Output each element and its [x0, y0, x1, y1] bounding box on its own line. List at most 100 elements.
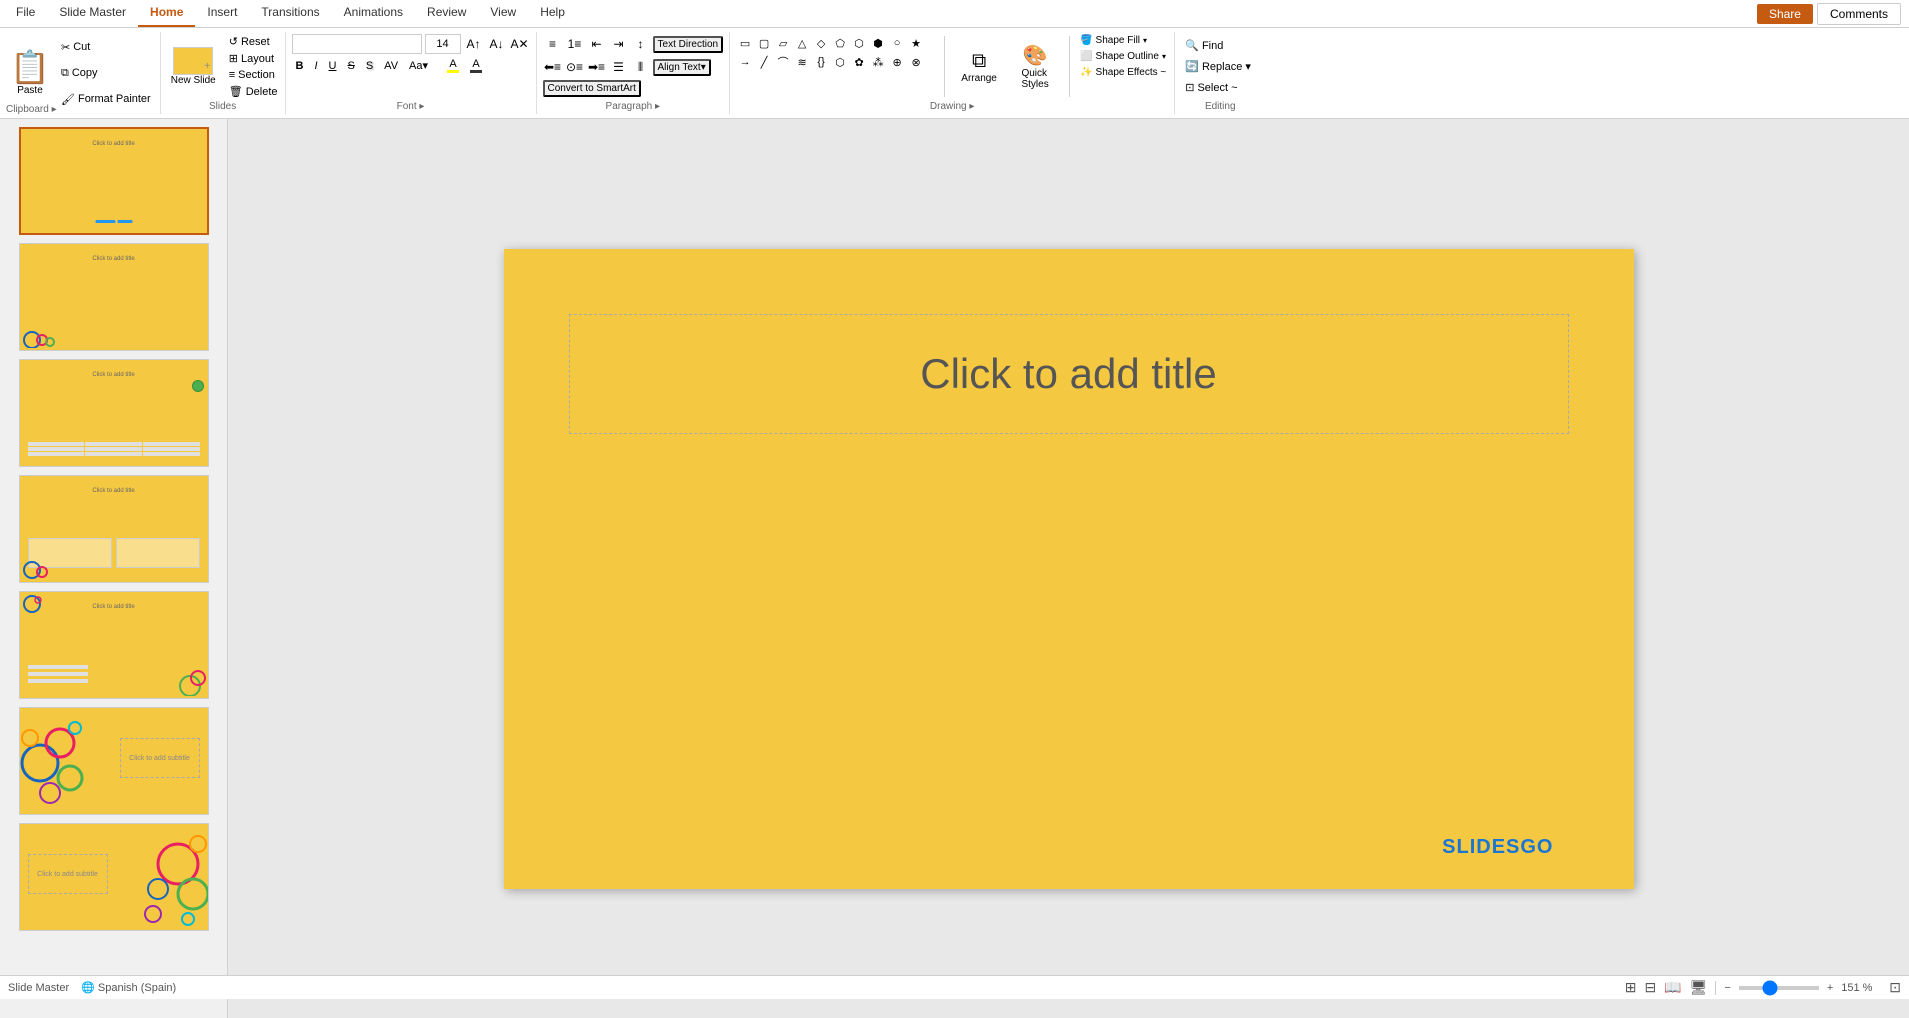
- zoom-in-button[interactable]: +: [1827, 982, 1833, 994]
- replace-button[interactable]: 🔄 Replace ▾: [1181, 58, 1259, 75]
- font-group-label: Font ▸: [292, 99, 530, 112]
- slide-thumbnail-7[interactable]: Click to add subtitle: [19, 823, 209, 931]
- shape-connector[interactable]: ⌒: [774, 53, 792, 71]
- text-direction-button[interactable]: Text Direction: [653, 36, 724, 53]
- arrange-button[interactable]: ⧉ Arrange: [953, 34, 1005, 99]
- font-name-input[interactable]: [292, 34, 422, 54]
- shape-triangle[interactable]: △: [793, 34, 811, 52]
- shape-rect[interactable]: ▭: [736, 34, 754, 52]
- tab-animations[interactable]: Animations: [332, 0, 415, 27]
- layout-icon: ⊞: [229, 52, 238, 65]
- slide-canvas[interactable]: Click to add title SLIDESGO: [504, 249, 1634, 889]
- slide-thumbnail-4[interactable]: Click to add title: [19, 475, 209, 583]
- format-painter-button[interactable]: 🖌 Format Painter: [58, 92, 154, 107]
- shape-octagon[interactable]: ⬢: [869, 34, 887, 52]
- clear-format-button[interactable]: A✕: [510, 34, 530, 54]
- slide-thumbnail-5[interactable]: Click to add title: [19, 591, 209, 699]
- copy-button[interactable]: ⧉ Copy: [58, 66, 154, 81]
- paste-label: Paste: [17, 85, 43, 96]
- zoom-slider[interactable]: [1739, 986, 1819, 990]
- align-text-button[interactable]: Align Text▾: [653, 59, 711, 76]
- shape-arrow[interactable]: →: [736, 53, 754, 71]
- share-button[interactable]: Share: [1757, 4, 1813, 24]
- shape-rounded-rect[interactable]: ▢: [755, 34, 773, 52]
- shape-hexagon[interactable]: ⬡: [850, 34, 868, 52]
- tab-view[interactable]: View: [478, 0, 528, 27]
- shape-effects-label: Shape Effects ~: [1096, 67, 1167, 78]
- find-button[interactable]: 🔍 Find: [1181, 37, 1259, 54]
- reading-view-button[interactable]: 📖: [1664, 979, 1681, 996]
- align-center-button[interactable]: ⊙≡: [565, 57, 585, 77]
- highlight-button[interactable]: A: [443, 57, 463, 74]
- align-right-button[interactable]: ➡≡: [587, 57, 607, 77]
- font-color-button[interactable]: A: [466, 57, 486, 74]
- font-size-input[interactable]: [425, 34, 461, 54]
- slide-sorter-button[interactable]: ⊟: [1644, 979, 1656, 996]
- shape-diamond[interactable]: ◇: [812, 34, 830, 52]
- slide-thumbnail-3[interactable]: Click to add title: [19, 359, 209, 467]
- tab-slide-master[interactable]: Slide Master: [47, 0, 138, 27]
- shadow-button[interactable]: S: [362, 59, 377, 73]
- shape-misc4[interactable]: ⊗: [907, 53, 925, 71]
- shape-oval[interactable]: ○: [888, 34, 906, 52]
- shape-callout[interactable]: ⬡: [831, 53, 849, 71]
- shape-freeform[interactable]: ≋: [793, 53, 811, 71]
- decrease-font-button[interactable]: A↓: [487, 34, 507, 54]
- slide-thumbnail-1[interactable]: Click to add title: [19, 127, 209, 235]
- align-left-button[interactable]: ⬅≡: [543, 57, 563, 77]
- delete-button[interactable]: 🗑 Delete: [226, 84, 281, 99]
- tab-file[interactable]: File: [4, 0, 47, 27]
- italic-button[interactable]: I: [310, 59, 321, 73]
- tab-transitions[interactable]: Transitions: [249, 0, 331, 27]
- paste-button[interactable]: 📋 Paste: [6, 34, 54, 112]
- line-spacing-button[interactable]: ↕: [631, 34, 651, 54]
- normal-view-button[interactable]: ⊞: [1625, 979, 1637, 996]
- zoom-out-button[interactable]: −: [1724, 982, 1730, 994]
- format-painter-icon: 🖌: [61, 93, 75, 106]
- columns-button[interactable]: ⫴: [631, 57, 651, 77]
- shape-fill-button[interactable]: 🪣 Shape Fill ▾: [1078, 34, 1168, 47]
- shape-line[interactable]: ╱: [755, 53, 773, 71]
- shape-outline-button[interactable]: ⬜ Shape Outline ▾: [1078, 50, 1168, 63]
- numbered-list-button[interactable]: 1≡: [565, 34, 585, 54]
- tab-home[interactable]: Home: [138, 0, 195, 27]
- increase-indent-button[interactable]: ⇥: [609, 34, 629, 54]
- shape-misc3[interactable]: ⊕: [888, 53, 906, 71]
- fit-slide-button[interactable]: ⊡: [1889, 979, 1901, 996]
- shape-parallelogram[interactable]: ▱: [774, 34, 792, 52]
- shape-misc2[interactable]: ⁂: [869, 53, 887, 71]
- convert-smartart-button[interactable]: Convert to SmartArt: [543, 80, 641, 97]
- tab-review[interactable]: Review: [415, 0, 478, 27]
- layout-button[interactable]: ⊞ Layout: [226, 51, 281, 66]
- tab-help[interactable]: Help: [528, 0, 577, 27]
- cut-button[interactable]: ✂ Cut: [58, 40, 154, 55]
- select-button[interactable]: ⊡ Select ~: [1181, 79, 1259, 96]
- comments-button[interactable]: Comments: [1817, 3, 1901, 25]
- shape-misc1[interactable]: ✿: [850, 53, 868, 71]
- slide-thumbnail-6[interactable]: Click to add subtitle: [19, 707, 209, 815]
- shape-pentagon[interactable]: ⬠: [831, 34, 849, 52]
- char-spacing-button[interactable]: AV: [380, 59, 402, 73]
- shape-brace[interactable]: {}: [812, 53, 830, 71]
- change-case-button[interactable]: Aa▾: [405, 58, 432, 73]
- tab-insert[interactable]: Insert: [195, 0, 249, 27]
- strikethrough-button[interactable]: S: [343, 59, 358, 73]
- section-button[interactable]: ≡ Section: [226, 68, 281, 82]
- decrease-indent-button[interactable]: ⇤: [587, 34, 607, 54]
- slide-thumbnail-2[interactable]: Click to add title: [19, 243, 209, 351]
- reset-button[interactable]: ↺ Reset: [226, 34, 281, 49]
- bold-button[interactable]: B: [292, 59, 308, 73]
- shape-effects-button[interactable]: ✨ Shape Effects ~: [1078, 66, 1168, 79]
- title-placeholder[interactable]: Click to add title: [569, 314, 1569, 434]
- underline-button[interactable]: U: [325, 59, 341, 73]
- increase-font-button[interactable]: A↑: [464, 34, 484, 54]
- quick-styles-button[interactable]: 🎨 QuickStyles: [1009, 34, 1061, 99]
- presenter-view-button[interactable]: 🖥: [1690, 979, 1708, 996]
- shape-star[interactable]: ★: [907, 34, 925, 52]
- justify-button[interactable]: ☰: [609, 57, 629, 77]
- bullets-button[interactable]: ≡: [543, 34, 563, 54]
- language-label[interactable]: 🌐 Spanish (Spain): [81, 981, 176, 994]
- slide-master-label[interactable]: Slide Master: [8, 982, 69, 994]
- new-slide-button[interactable]: + New Slide: [165, 45, 222, 88]
- zoom-level[interactable]: 151 %: [1841, 982, 1881, 994]
